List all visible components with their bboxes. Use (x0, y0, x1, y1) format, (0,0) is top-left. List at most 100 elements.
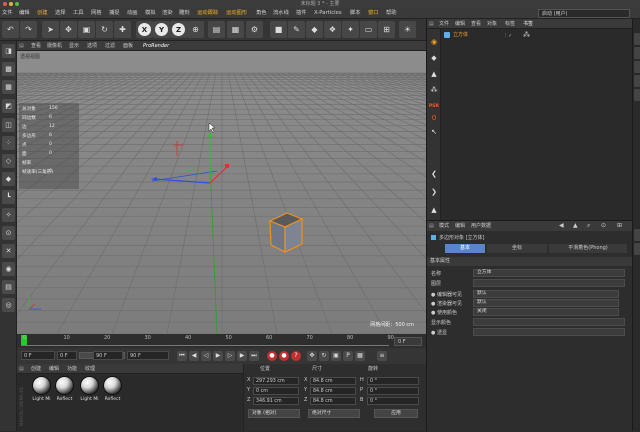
viewport-menu-item[interactable]: 面板 (123, 41, 133, 51)
select-icon[interactable]: ↖ (428, 125, 440, 139)
axis-y-button[interactable]: Y (153, 21, 170, 38)
object-manager-menu-item[interactable]: 文件 (439, 19, 449, 29)
workplane-icon[interactable]: ▦ (2, 80, 15, 94)
coordinate-system-button[interactable]: ⊕ (187, 21, 204, 38)
viewport-menu-item[interactable]: 摄像机 (47, 41, 62, 51)
timeline-settings-icon[interactable]: ≡ (377, 351, 387, 361)
attribute-value-field[interactable]: 关闭 (473, 308, 619, 316)
render-picture-viewer-button[interactable]: ▦ (227, 21, 244, 38)
visibility-dots-icon[interactable]: ⁝ ✓ (505, 33, 512, 39)
texture-mode-icon[interactable]: ▩ (2, 62, 15, 76)
rotation-field[interactable]: 0 ° (367, 377, 419, 385)
tweak-mode-icon[interactable]: ✧ (2, 208, 15, 222)
attribute-value-field[interactable] (473, 328, 625, 336)
move-button[interactable]: ✥ (60, 21, 77, 38)
menu-item[interactable]: 捕捉 (109, 8, 120, 19)
attribute-value-field[interactable]: 默认 (473, 299, 619, 307)
go-end-icon[interactable]: ⏭ (249, 351, 259, 361)
axis-mode-icon[interactable]: ┗ (2, 190, 15, 204)
next-key-icon[interactable]: ▶ (237, 351, 247, 361)
points-mode-icon[interactable]: ⁘ (2, 136, 15, 150)
locked-workplane-icon[interactable]: ▤ (2, 280, 15, 294)
render-settings-button[interactable]: ⚙ (246, 21, 263, 38)
phong-tag-icon[interactable]: ⁂ (523, 31, 530, 39)
position-field[interactable]: 346.91 cm (253, 397, 299, 405)
coordinate-mode-dropdown[interactable]: 对象 (相对) (248, 409, 300, 418)
viewport-menu-item[interactable]: ProRender (143, 41, 169, 51)
current-frame-field[interactable]: 0 F (57, 351, 77, 360)
layers-icon[interactable]: ◆ (428, 51, 440, 65)
next-frame-icon[interactable]: ▷ (225, 351, 235, 361)
max-frame-field[interactable]: 90 F (127, 351, 169, 360)
keyframe-selection-icon[interactable]: ? (291, 351, 301, 361)
attribute-value-field[interactable]: 立方体 (473, 269, 625, 277)
size-field[interactable]: 84.8 cm (310, 377, 356, 385)
perspective-viewport[interactable]: 透视视图 总对象 156 同边数 6 边 12 多边形 6 点 0 面 0 帧率 帧速率(三角形) 0 网格… (17, 51, 426, 334)
layout-selector[interactable]: 启动 (用户) (538, 9, 630, 18)
apply-button[interactable]: 应用 (374, 409, 418, 418)
object-manager-menu-item[interactable]: 书签 (523, 19, 533, 29)
side-tab-content[interactable] (634, 61, 640, 73)
viewport-menu-item[interactable]: 过滤 (105, 41, 115, 51)
key-position-icon[interactable]: ✥ (307, 351, 317, 361)
key-scale-icon[interactable]: ▣ (331, 351, 341, 361)
material-menu-item[interactable]: 创建 (31, 364, 41, 374)
model-mode-icon[interactable]: ◩ (2, 99, 15, 113)
side-tab-structure[interactable] (634, 75, 640, 87)
menu-item[interactable]: 插件 (296, 8, 307, 19)
position-field[interactable]: 297.293 cm (253, 377, 299, 385)
menu-item[interactable]: 编辑 (19, 8, 30, 19)
auto-key-icon[interactable]: ● (279, 351, 289, 361)
side-tab-objects[interactable] (634, 33, 640, 45)
render-view-button[interactable]: ▤ (208, 21, 225, 38)
object-manager-menu-item[interactable]: 对象 (487, 19, 497, 29)
zero-icon[interactable]: 0 (428, 111, 440, 125)
key-rotation-icon[interactable]: ↻ (319, 351, 329, 361)
snap-icon[interactable]: ⊙ (2, 226, 15, 240)
menu-item[interactable]: 创建 (37, 8, 48, 19)
menu-item[interactable]: 选择 (55, 8, 66, 19)
collapse-right-icon[interactable]: ❯ (428, 185, 440, 199)
object-manager-menu-item[interactable]: 查看 (471, 19, 481, 29)
material-swatch[interactable]: Reflect (54, 376, 75, 402)
material-menu-item[interactable]: 纹理 (85, 364, 95, 374)
menu-item[interactable]: 文件 (2, 8, 13, 19)
undo-button[interactable]: ↶ (2, 21, 19, 38)
solo-icon[interactable]: ◉ (2, 262, 15, 276)
menu-item[interactable]: 角色 (256, 8, 267, 19)
menu-item[interactable]: X-Particles (314, 8, 342, 19)
end-frame-field[interactable]: 90 F (93, 351, 123, 360)
play-icon[interactable]: ▶ (213, 351, 223, 361)
enable-snap-icon[interactable]: ✕ (2, 244, 15, 258)
key-param-icon[interactable]: P (343, 351, 353, 361)
attribute-value-field[interactable] (473, 279, 625, 287)
structure-icon[interactable]: ⁂ (428, 83, 440, 97)
edges-mode-icon[interactable]: ◇ (2, 154, 15, 168)
recent-tool-button[interactable]: ✚ (114, 21, 131, 38)
menu-item[interactable]: 雕刻 (179, 8, 190, 19)
make-editable-icon[interactable]: ◨ (2, 44, 15, 58)
material-menu-item[interactable]: 功能 (67, 364, 77, 374)
side-tab-layers-2[interactable] (634, 243, 640, 255)
cube-button[interactable]: ■ (270, 21, 287, 38)
menu-item[interactable]: 帮助 (386, 8, 397, 19)
redo-button[interactable]: ↷ (20, 21, 37, 38)
axis-x-button[interactable]: X (136, 21, 153, 38)
menu-item[interactable]: 流水线 (273, 8, 289, 19)
material-swatch[interactable]: Reflect (102, 376, 123, 402)
position-field[interactable]: 0 cm (253, 387, 299, 395)
object-row-cube[interactable]: 立方体 ⁝ ✓ ⁂ (441, 31, 632, 40)
prev-key-icon[interactable]: ◀ (189, 351, 199, 361)
attribute-value-field[interactable]: 默认 (473, 290, 619, 298)
menu-item[interactable]: 渲染 (162, 8, 173, 19)
planar-workplane-icon[interactable]: ◎ (2, 298, 15, 312)
camera-button[interactable]: ⊞ (378, 21, 395, 38)
start-frame-field[interactable]: 0 F (21, 351, 55, 360)
key-pla-icon[interactable]: ▦ (355, 351, 365, 361)
content-browser-icon[interactable]: ▲ (428, 67, 440, 81)
light-button[interactable]: ☀ (399, 21, 416, 38)
timeline-ruler[interactable]: 0 F 0 10 20 30 40 50 60 70 80 90 (17, 334, 426, 348)
viewport-menu-item[interactable]: 显示 (69, 41, 79, 51)
menu-item[interactable]: 模拟 (145, 8, 156, 19)
object-manager-menu-item[interactable]: 编辑 (455, 19, 465, 29)
